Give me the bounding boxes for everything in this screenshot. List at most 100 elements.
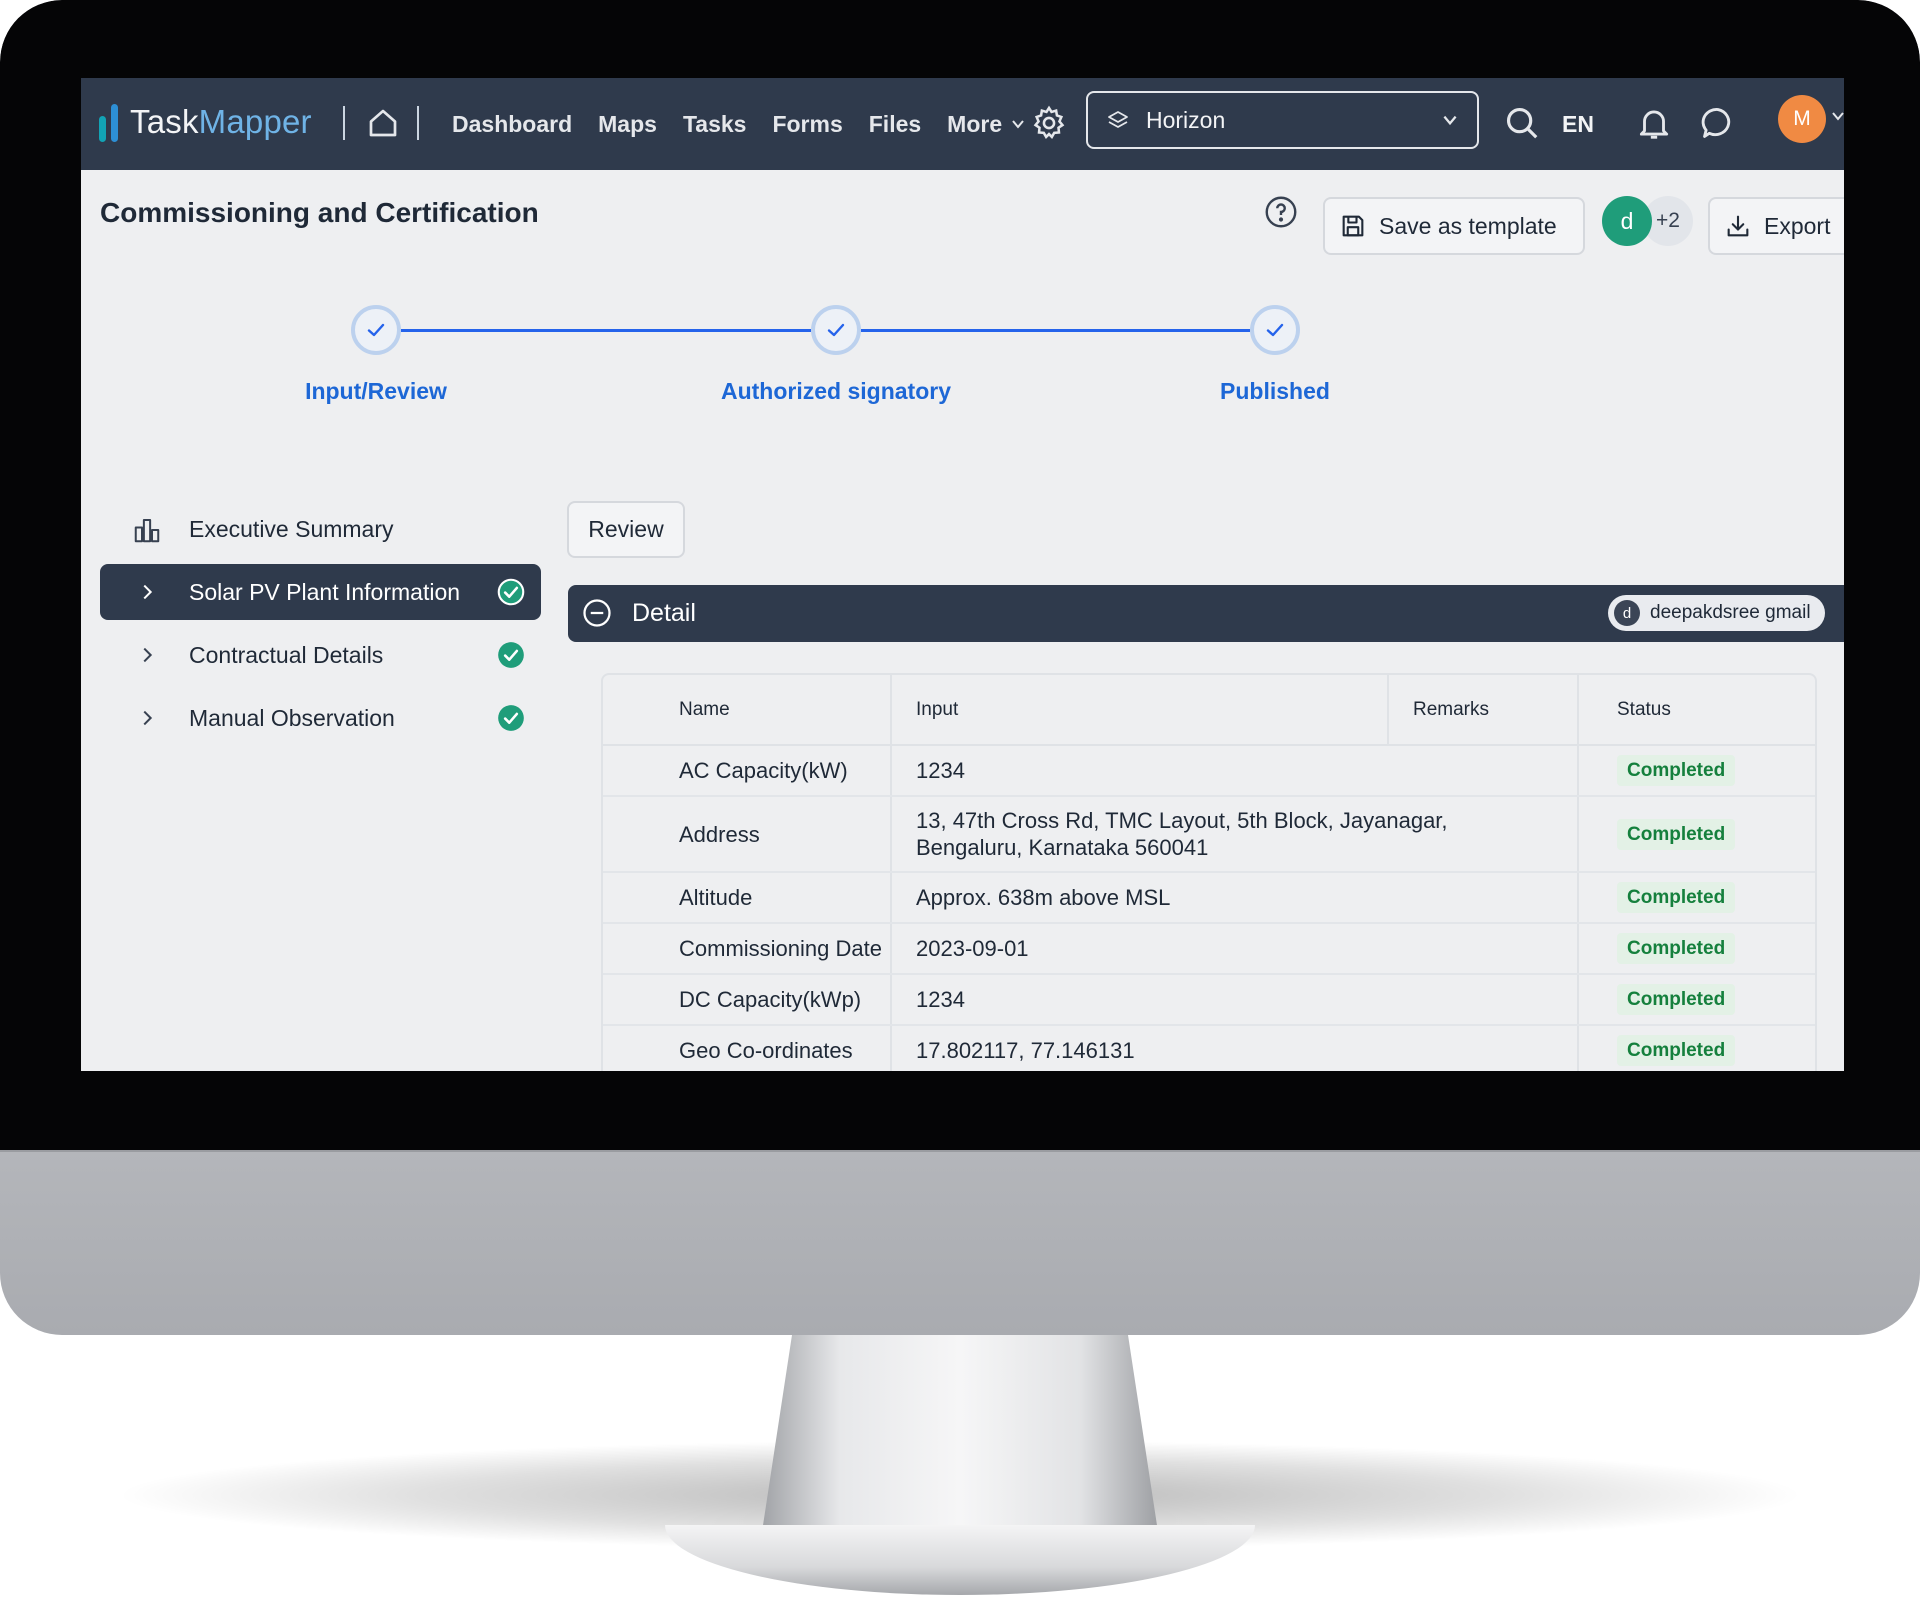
assignee-chip[interactable]: d deepakdsree gmail — [1608, 595, 1825, 631]
chevron-right-icon — [143, 584, 153, 600]
status-badge: Completed — [1617, 1035, 1736, 1066]
monitor-stand-base — [665, 1525, 1255, 1595]
sidebar-item-executive-summary[interactable]: Executive Summary — [100, 501, 541, 557]
layers-icon — [1108, 111, 1128, 128]
status-badge: Completed — [1617, 933, 1736, 964]
step-2-check-icon[interactable] — [811, 305, 861, 355]
user-avatar[interactable]: M — [1778, 95, 1826, 143]
nav-more[interactable]: More — [947, 104, 1026, 144]
page-title: Commissioning and Certification — [100, 197, 539, 228]
nav-maps[interactable]: Maps — [598, 104, 657, 144]
nav-divider — [417, 106, 419, 140]
collapse-icon[interactable] — [582, 598, 612, 628]
cell-input[interactable]: 1234 — [891, 974, 1388, 1026]
review-button[interactable]: Review — [567, 501, 685, 558]
status-badge: Completed — [1617, 984, 1736, 1015]
nav-tasks[interactable]: Tasks — [683, 104, 747, 144]
column-header-name[interactable]: Name — [603, 675, 892, 746]
chevron-down-icon — [1012, 120, 1024, 129]
nav-files[interactable]: Files — [869, 104, 921, 144]
cell-status: Completed — [1578, 872, 1815, 924]
workspace-label: Horizon — [1146, 106, 1226, 133]
nav-dashboard[interactable]: Dashboard — [452, 104, 572, 144]
cell-status: Completed — [1578, 923, 1815, 975]
home-icon[interactable] — [365, 105, 401, 141]
table-row[interactable]: Geo Co-ordinates 17.802117, 77.146131 Co… — [603, 1025, 1815, 1071]
step-label-published[interactable]: Published — [1095, 375, 1455, 407]
column-header-remarks[interactable]: Remarks — [1388, 675, 1579, 746]
check-circle-icon — [498, 705, 524, 731]
step-label-authorized-signatory[interactable]: Authorized signatory — [656, 375, 1016, 407]
save-as-template-button[interactable]: Save as template — [1323, 197, 1585, 255]
export-button[interactable]: Export — [1708, 197, 1844, 255]
chevron-right-icon — [143, 710, 153, 726]
language-selector[interactable]: EN — [1562, 104, 1594, 144]
top-navigation-bar: TaskMapper Dashboard Maps Tasks Forms Fi… — [81, 78, 1844, 170]
cell-input[interactable]: 17.802117, 77.146131 — [891, 1025, 1388, 1071]
workspace-selector[interactable]: Horizon — [1086, 91, 1479, 149]
cell-remarks[interactable] — [1388, 745, 1579, 797]
nav-divider — [343, 106, 345, 140]
app-logo[interactable]: TaskMapper — [99, 102, 312, 142]
column-header-input[interactable]: Input — [891, 675, 1389, 746]
column-header-status[interactable]: Status — [1578, 675, 1815, 746]
gear-icon[interactable] — [1030, 104, 1068, 142]
cell-remarks[interactable] — [1388, 923, 1579, 975]
cell-remarks[interactable] — [1388, 1025, 1579, 1071]
floppy-disk-icon — [1342, 215, 1364, 237]
step-3-check-icon[interactable] — [1250, 305, 1300, 355]
cell-input[interactable]: 1234 — [891, 745, 1388, 797]
monitor-chin-edge — [0, 1150, 1920, 1152]
cell-status: Completed — [1578, 796, 1815, 873]
detail-section-header[interactable]: Detail d deepakdsree gmail — [568, 585, 1844, 642]
table-row[interactable]: AC Capacity(kW) 1234 Completed — [603, 745, 1815, 797]
cell-name: Commissioning Date — [603, 923, 892, 975]
main-nav: Dashboard Maps Tasks Forms Files More — [452, 104, 1026, 144]
status-badge: Completed — [1617, 755, 1736, 786]
cell-input[interactable]: 13, 47th Cross Rd, TMC Layout, 5th Block… — [891, 796, 1579, 873]
check-circle-icon — [498, 642, 524, 668]
cell-input[interactable]: Approx. 638m above MSL — [891, 872, 1388, 924]
detail-table: Name Input Remarks Status AC Capacity(kW… — [601, 673, 1817, 1071]
cell-status: Completed — [1578, 745, 1815, 797]
section-title: Detail — [632, 599, 696, 627]
help-icon[interactable] — [1263, 194, 1299, 230]
sidebar-item-label: Contractual Details — [189, 642, 384, 668]
bar-chart-icon — [134, 519, 160, 543]
chevron-down-icon[interactable] — [1830, 108, 1844, 124]
bell-icon[interactable] — [1635, 104, 1673, 142]
monitor-stand-neck — [760, 1335, 1160, 1545]
check-circle-icon — [497, 578, 525, 606]
save-as-template-label: Save as template — [1379, 212, 1557, 239]
stepper-connector — [401, 329, 811, 332]
sidebar-item-contractual-details[interactable]: Contractual Details — [100, 627, 541, 683]
chat-icon[interactable] — [1699, 104, 1737, 142]
logo-text: TaskMapper — [130, 103, 312, 140]
cell-status: Completed — [1578, 974, 1815, 1026]
sidebar-item-label: Solar PV Plant Information — [189, 579, 461, 605]
cell-remarks[interactable] — [1388, 974, 1579, 1026]
table-row[interactable]: Address 13, 47th Cross Rd, TMC Layout, 5… — [603, 796, 1815, 873]
table-row[interactable]: Altitude Approx. 638m above MSL Complete… — [603, 872, 1815, 924]
table-row[interactable]: Commissioning Date 2023-09-01 Completed — [603, 923, 1815, 975]
search-icon[interactable] — [1503, 104, 1541, 142]
chevron-right-icon — [143, 647, 153, 663]
cell-input[interactable]: 2023-09-01 — [891, 923, 1388, 975]
cell-remarks[interactable] — [1388, 872, 1579, 924]
sidebar-item-manual-observation[interactable]: Manual Observation — [100, 690, 541, 746]
app-screen: TaskMapper Dashboard Maps Tasks Forms Fi… — [81, 78, 1844, 1071]
sidebar-item-solar-pv-plant-information[interactable]: Solar PV Plant Information — [100, 564, 541, 620]
step-label-input-review[interactable]: Input/Review — [196, 375, 556, 407]
download-icon — [1727, 215, 1749, 237]
nav-forms[interactable]: Forms — [772, 104, 842, 144]
stepper-connector — [861, 329, 1250, 332]
table-row[interactable]: DC Capacity(kWp) 1234 Completed — [603, 974, 1815, 1026]
cell-name: Geo Co-ordinates — [603, 1025, 892, 1071]
status-badge: Completed — [1617, 882, 1736, 913]
collaborator-avatar[interactable]: d — [1602, 196, 1652, 246]
cell-name: Address — [603, 796, 892, 873]
cell-name: Altitude — [603, 872, 892, 924]
table-header-row: Name Input Remarks Status — [603, 675, 1815, 746]
step-1-check-icon[interactable] — [351, 305, 401, 355]
assignee-name: deepakdsree gmail — [1650, 602, 1811, 623]
